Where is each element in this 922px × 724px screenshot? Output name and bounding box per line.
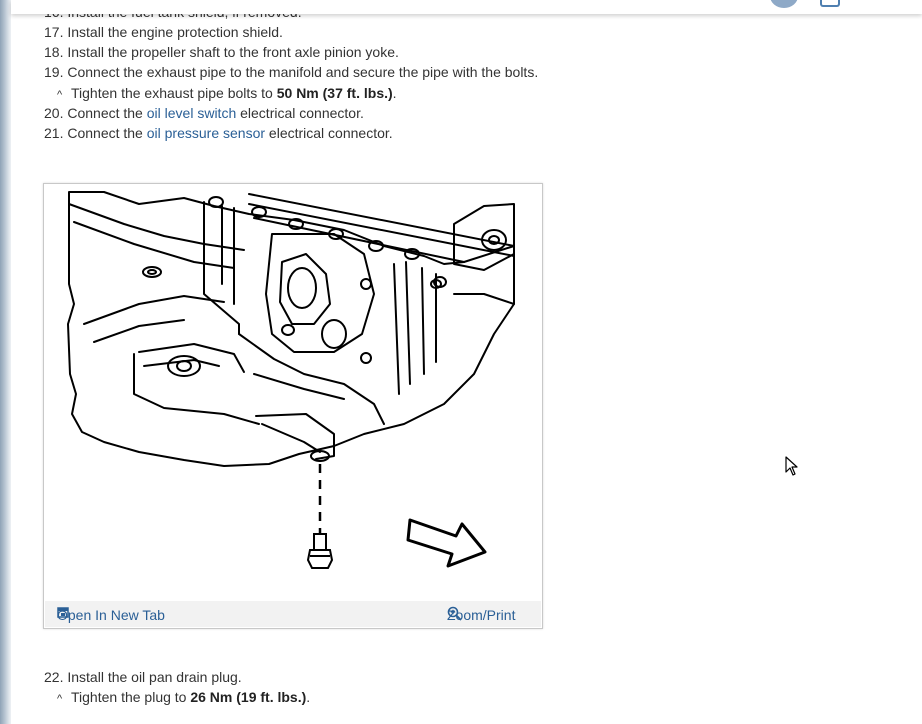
step-18: 18. Install the propeller shaft to the f…	[44, 44, 399, 60]
step-20: 20. Connect the oil level switch electri…	[44, 105, 364, 121]
caret-icon: ^	[57, 693, 63, 705]
engine-oil-pan-illustration[interactable]	[44, 184, 542, 600]
open-in-new-tab-icon	[57, 607, 69, 618]
step-22-torque-spec: ^ Tighten the plug to 26 Nm (19 ft. lbs.)…	[57, 688, 310, 708]
step-19: 19. Connect the exhaust pipe to the mani…	[44, 64, 539, 80]
figure-footer: Open In New Tab Zoom/Print	[45, 601, 541, 627]
top-toolbar	[11, 0, 922, 14]
oil-level-switch-link[interactable]: oil level switch	[147, 105, 236, 121]
torque-value: 26 Nm (19 ft. lbs.)	[190, 689, 307, 705]
torque-value: 50 Nm (37 ft. lbs.)	[276, 85, 393, 101]
zoom-print-link[interactable]: Zoom/Print	[447, 606, 515, 624]
open-in-new-tab-link[interactable]: Open In New Tab	[57, 606, 165, 624]
caret-icon: ^	[57, 89, 63, 101]
zoom-magnifier-icon	[447, 606, 462, 621]
user-avatar-icon[interactable]	[770, 0, 798, 8]
step-21: 21. Connect the oil pressure sensor elec…	[44, 125, 393, 141]
oil-pressure-sensor-link[interactable]: oil pressure sensor	[147, 125, 265, 141]
step-17: 17. Install the engine protection shield…	[44, 24, 283, 40]
step-22: 22. Install the oil pan drain plug.	[44, 669, 242, 685]
step-19-torque-spec: ^ Tighten the exhaust pipe bolts to 50 Nm…	[57, 84, 397, 104]
procedure-content: 16. Install the fuel tank shield, if rem…	[0, 0, 922, 724]
oil-pan-drain-plug-figure: Open In New Tab Zoom/Print	[43, 183, 543, 629]
mouse-pointer-icon	[785, 456, 798, 476]
toolbar-icon[interactable]	[820, 0, 840, 7]
